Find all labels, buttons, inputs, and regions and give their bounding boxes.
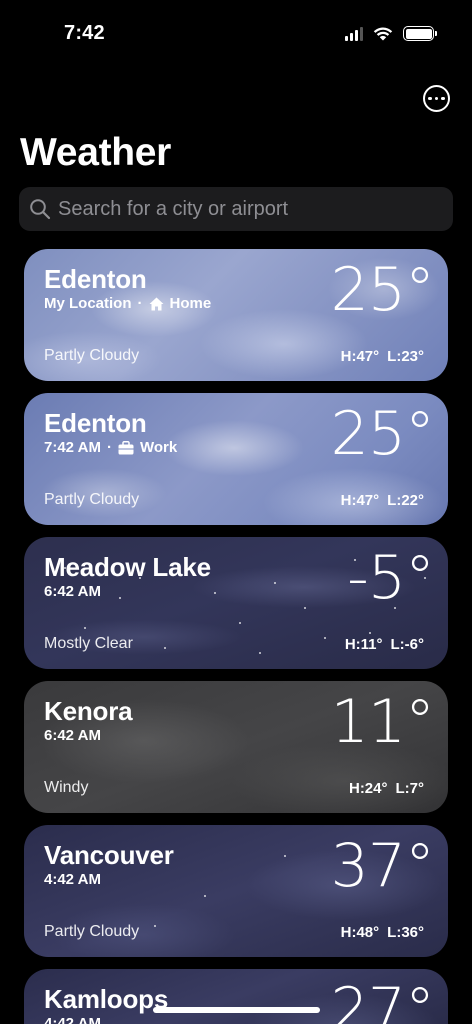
high-low: H:24° L:7° xyxy=(349,780,424,797)
subtitle-text: 6:42 AM xyxy=(44,727,101,744)
location-subtitle: 6:42 AM xyxy=(44,727,101,744)
battery-icon xyxy=(403,26,437,41)
high-low: H:47° L:22° xyxy=(341,492,424,509)
status-time: 7:42 xyxy=(64,22,105,44)
location-tag: Work xyxy=(139,439,178,456)
weather-condition: Partly Cloudy xyxy=(44,347,140,364)
location-tag: Home xyxy=(169,295,212,312)
low-temp: L:7° xyxy=(395,780,425,797)
wifi-icon xyxy=(373,27,393,41)
location-subtitle: 4:42 AM xyxy=(44,1015,101,1024)
high-temp: H:48° xyxy=(340,924,380,941)
separator-dot: · xyxy=(137,295,143,312)
location-subtitle: My Location · Home xyxy=(44,295,211,312)
city-name: Kenora xyxy=(44,696,133,726)
city-name: Edenton xyxy=(44,408,147,438)
dot-icon xyxy=(428,96,432,101)
location-subtitle: 7:42 AM · Work xyxy=(44,439,177,456)
high-temp: H:47° xyxy=(340,348,380,365)
city-name: Meadow Lake xyxy=(44,552,211,582)
status-bar: 7:42 xyxy=(0,0,472,70)
location-card-meadow-lake[interactable]: Meadow Lake 6:42 AM -5° Mostly Clear H:1… xyxy=(24,537,448,669)
page-title: Weather xyxy=(20,131,172,174)
current-temperature: 25° xyxy=(330,255,435,325)
subtitle-text: 6:42 AM xyxy=(44,583,101,600)
current-temperature: 11° xyxy=(330,687,435,757)
status-icons xyxy=(345,26,437,41)
high-temp: H:24° xyxy=(348,780,388,797)
dot-icon xyxy=(441,96,445,101)
more-options-button[interactable] xyxy=(423,85,450,112)
briefcase-icon xyxy=(118,440,134,454)
weather-condition: Partly Cloudy xyxy=(44,923,140,940)
location-subtitle: 6:42 AM xyxy=(44,583,101,600)
high-temp: H:47° xyxy=(340,492,380,509)
subtitle-text: 4:42 AM xyxy=(44,1015,101,1024)
city-name: Kamloops xyxy=(44,984,169,1014)
low-temp: L:-6° xyxy=(390,636,425,653)
separator-dot: · xyxy=(106,439,112,456)
home-indicator[interactable] xyxy=(153,1007,320,1013)
search-bar[interactable] xyxy=(19,187,453,231)
current-temperature: 25° xyxy=(330,399,435,469)
high-low: H:47° L:23° xyxy=(341,348,424,365)
cellular-signal-icon xyxy=(345,26,363,41)
search-input[interactable] xyxy=(58,197,438,221)
low-temp: L:23° xyxy=(387,348,424,365)
search-icon xyxy=(30,199,51,220)
current-temperature: 27° xyxy=(330,975,435,1024)
dot-icon xyxy=(434,96,439,101)
low-temp: L:36° xyxy=(387,924,424,941)
house-icon xyxy=(149,297,164,310)
location-card-kenora[interactable]: Kenora 6:42 AM 11° Windy H:24° L:7° xyxy=(24,681,448,813)
subtitle-text: 7:42 AM xyxy=(44,439,101,456)
subtitle-text: 4:42 AM xyxy=(44,871,101,888)
subtitle-text: My Location xyxy=(44,295,132,312)
current-temperature: 37° xyxy=(330,831,435,901)
current-temperature: -5° xyxy=(347,543,435,613)
weather-condition: Mostly Clear xyxy=(44,635,133,652)
high-temp: H:11° xyxy=(344,636,383,653)
city-name: Vancouver xyxy=(44,840,174,870)
location-card-vancouver[interactable]: Vancouver 4:42 AM 37° Partly Cloudy H:48… xyxy=(24,825,448,957)
location-card-edenton-work[interactable]: Edenton 7:42 AM · Work 25° Partly Cloudy… xyxy=(24,393,448,525)
high-low: H:11° L:-6° xyxy=(345,636,424,653)
weather-condition: Partly Cloudy xyxy=(44,491,140,508)
high-low: H:48° L:36° xyxy=(341,924,424,941)
city-name: Edenton xyxy=(44,264,147,294)
low-temp: L:22° xyxy=(387,492,424,509)
location-card-kamloops[interactable]: Kamloops 4:42 AM 27° xyxy=(24,969,448,1024)
location-card-edenton-home[interactable]: Edenton My Location · Home 25° Partly Cl… xyxy=(24,249,448,381)
location-subtitle: 4:42 AM xyxy=(44,871,101,888)
weather-condition: Windy xyxy=(44,779,89,796)
